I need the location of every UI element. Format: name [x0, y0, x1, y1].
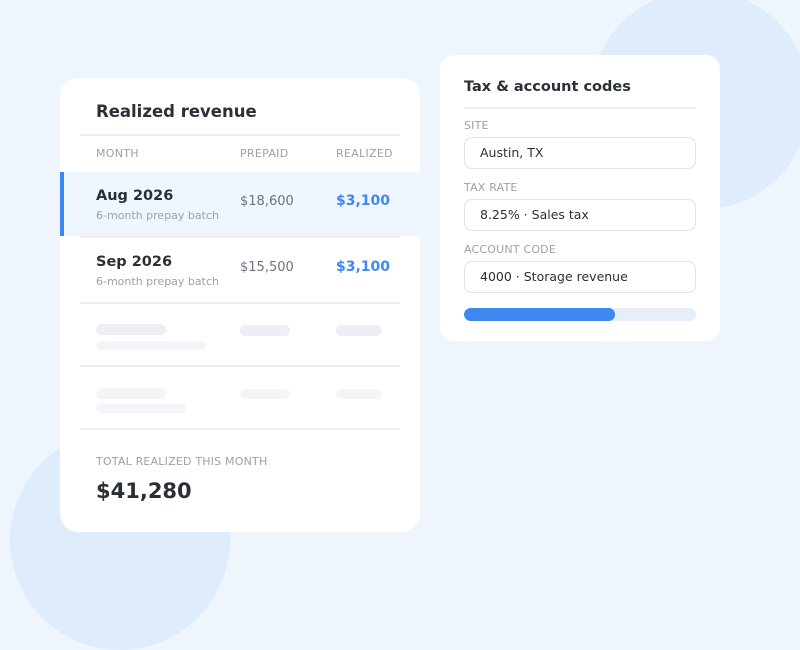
progress-fill — [464, 308, 615, 321]
total-label: TOTAL REALIZED THIS MONTH — [96, 455, 268, 468]
row-subtitle: 6-month prepay batch — [96, 209, 219, 222]
title-divider — [464, 107, 696, 109]
site-field[interactable]: Austin, TX — [464, 137, 696, 169]
column-header-realized: REALIZED — [336, 147, 393, 160]
row-realized: $3,100 — [336, 259, 391, 275]
row-divider — [80, 428, 400, 430]
row-prepaid: $18,600 — [240, 194, 294, 209]
tax-account-codes-card: Tax & account codes SITE Austin, TX TAX … — [440, 55, 720, 341]
row-realized: $3,100 — [336, 193, 391, 209]
row-subtitle: 6-month prepay batch — [96, 275, 219, 288]
row-prepaid: $15,500 — [240, 260, 294, 275]
row-month: Sep 2026 — [96, 254, 173, 270]
skeleton-bar — [336, 389, 382, 399]
table-row[interactable]: Sep 2026 6-month prepay batch $15,500 $3… — [60, 238, 420, 302]
tax-rate-label: TAX RATE — [464, 181, 518, 194]
site-label: SITE — [464, 119, 489, 132]
row-divider — [80, 302, 400, 304]
skeleton-bar — [96, 388, 166, 399]
account-code-field[interactable]: 4000 · Storage revenue — [464, 261, 696, 293]
table-row[interactable]: Aug 2026 6-month prepay batch $18,600 $3… — [60, 172, 420, 236]
card-title: Realized revenue — [96, 102, 257, 121]
selected-row-indicator — [60, 172, 64, 236]
row-month: Aug 2026 — [96, 188, 174, 204]
skeleton-bar — [240, 325, 290, 336]
realized-revenue-card: Realized revenue MONTH PREPAID REALIZED … — [60, 78, 420, 532]
column-header-month: MONTH — [96, 147, 139, 160]
skeleton-bar — [240, 389, 290, 399]
skeleton-bar — [336, 325, 382, 336]
card-title: Tax & account codes — [464, 79, 631, 95]
skeleton-bar — [96, 404, 186, 413]
tax-rate-field[interactable]: 8.25% · Sales tax — [464, 199, 696, 231]
row-divider — [80, 365, 400, 367]
total-value: $41,280 — [96, 479, 192, 503]
progress-bar — [464, 308, 696, 321]
column-header-prepaid: PREPAID — [240, 147, 289, 160]
skeleton-bar — [96, 341, 206, 350]
account-code-label: ACCOUNT CODE — [464, 243, 557, 256]
skeleton-bar — [96, 324, 166, 335]
title-divider — [80, 134, 400, 136]
